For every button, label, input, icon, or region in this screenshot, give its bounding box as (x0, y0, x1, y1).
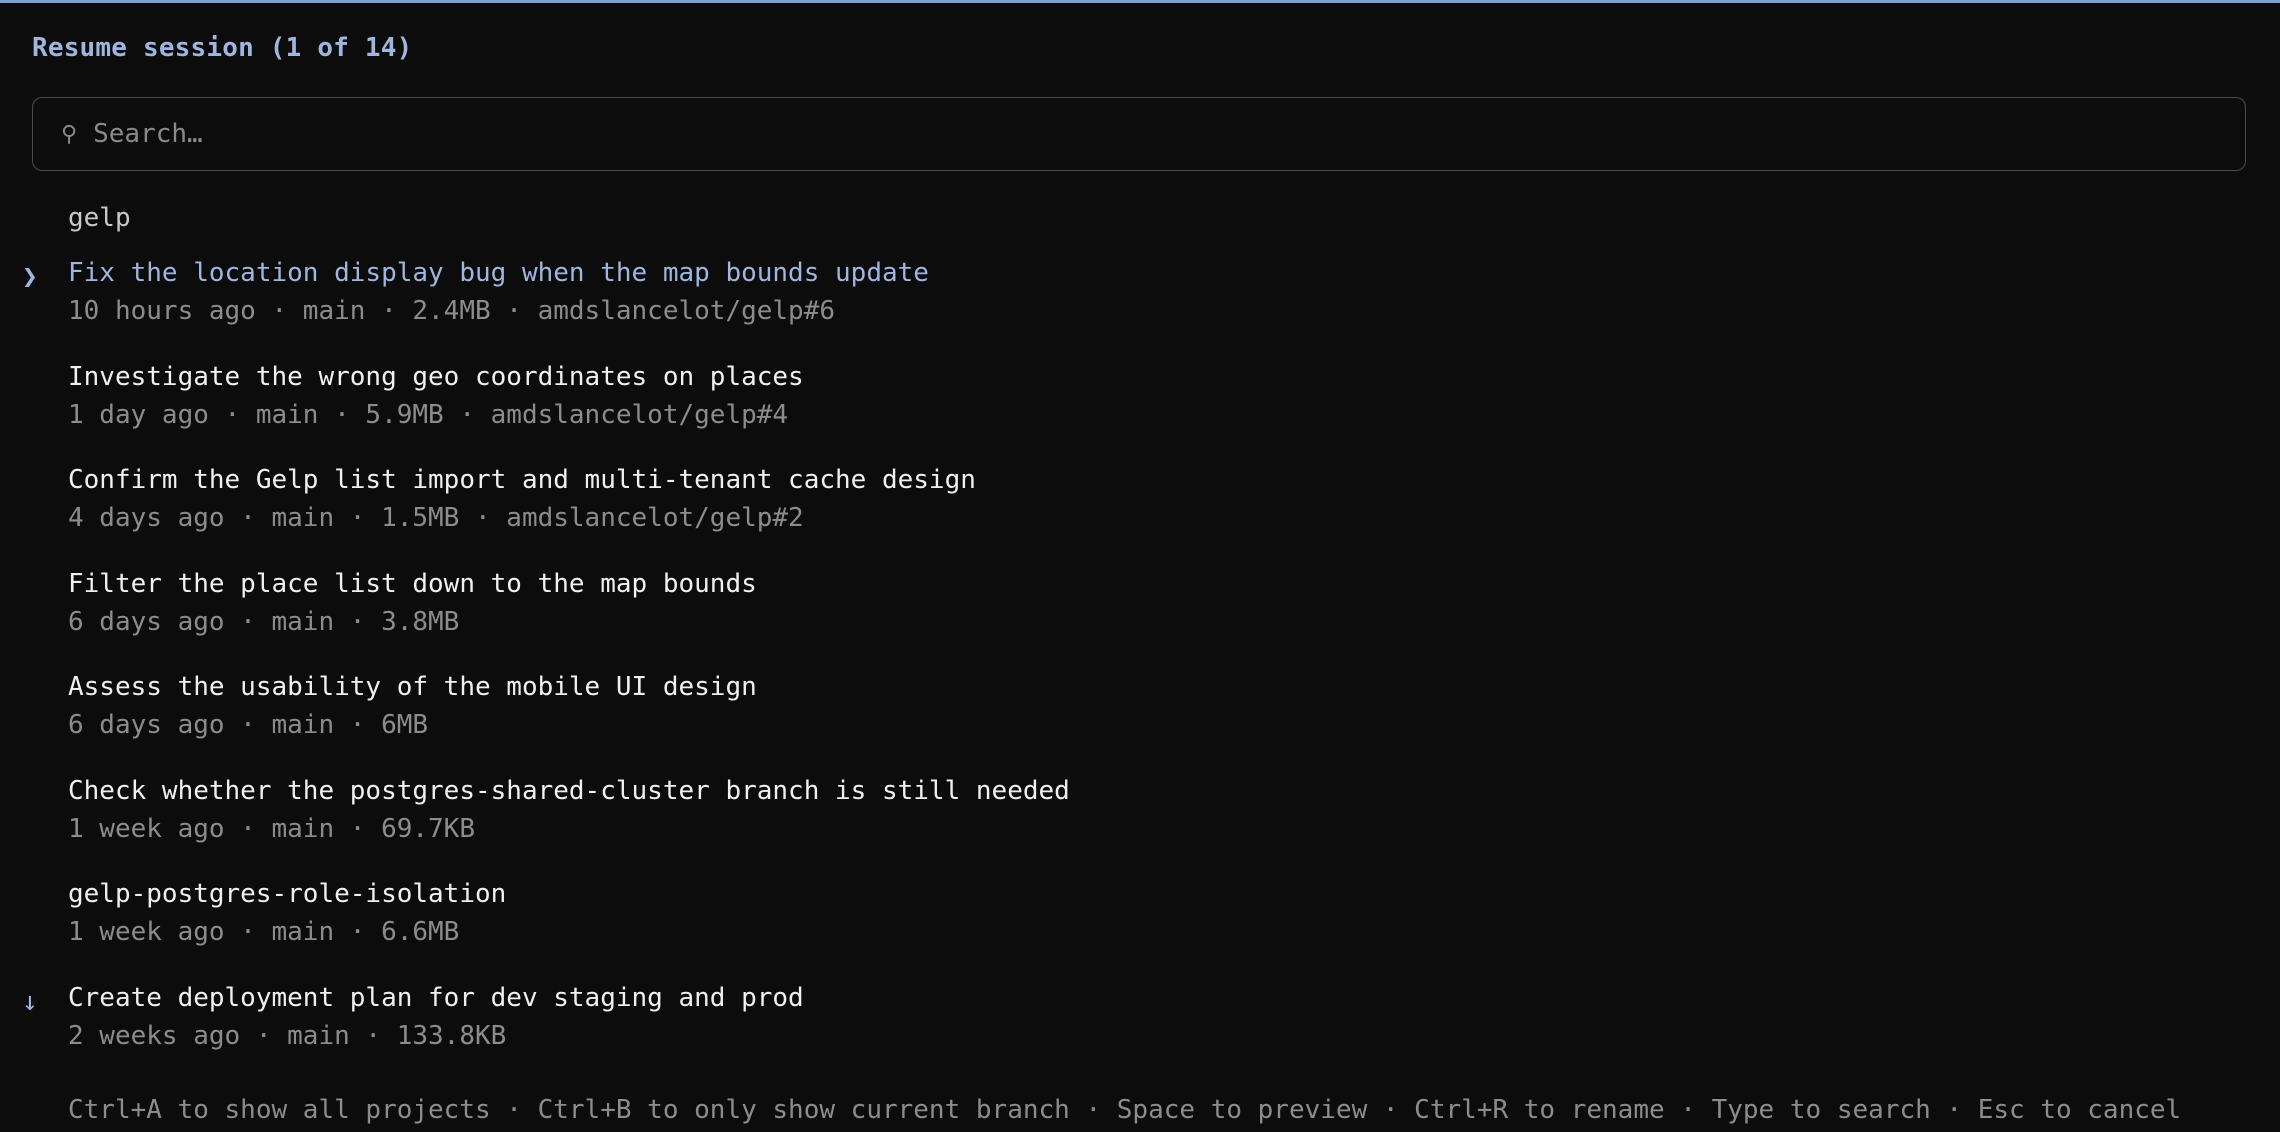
session-meta: 6 days ago · main · 3.8MB (68, 606, 460, 637)
session-title: Check whether the postgres-shared-cluste… (68, 775, 1070, 806)
session-item[interactable]: Filter the place list down to the map bo… (0, 569, 2280, 673)
session-item[interactable]: ❯ Fix the location display bug when the … (0, 258, 2280, 362)
session-title: Assess the usability of the mobile UI de… (68, 672, 757, 702)
session-meta: 2 weeks ago · main · 133.8KB (68, 1020, 507, 1051)
session-item[interactable]: Investigate the wrong geo coordinates on… (0, 362, 2280, 466)
session-meta: 1 day ago · main · 5.9MB · amdslancelot/… (68, 399, 789, 430)
session-title: Confirm the Gelp list import and multi-t… (68, 465, 976, 495)
session-title: Filter the place list down to the map bo… (68, 568, 757, 599)
session-item[interactable]: Confirm the Gelp list import and multi-t… (0, 465, 2280, 569)
keyboard-hints: Ctrl+A to show all projects · Ctrl+B to … (68, 1095, 2182, 1125)
session-meta: 6 days ago · main · 6MB (68, 710, 429, 740)
session-item[interactable]: Check whether the postgres-shared-cluste… (0, 776, 2280, 880)
search-box[interactable]: ⚲ (32, 97, 2246, 171)
project-label: gelp (68, 203, 131, 233)
session-item[interactable]: Assess the usability of the mobile UI de… (0, 672, 2280, 776)
session-meta: 1 week ago · main · 6.6MB (68, 917, 460, 947)
session-meta: 1 week ago · main · 69.7KB (68, 813, 475, 844)
session-list: ❯ Fix the location display bug when the … (0, 258, 2280, 1086)
session-meta: 10 hours ago · main · 2.4MB · amdslancel… (68, 296, 836, 326)
session-item[interactable]: gelp-postgres-role-isolation 1 week ago … (0, 879, 2280, 983)
dialog-title: Resume session (1 of 14) (32, 33, 413, 63)
scroll-down-indicator: ↓ (22, 986, 38, 1017)
session-title: gelp-postgres-role-isolation (68, 879, 507, 909)
session-title: Fix the location display bug when the ma… (68, 258, 929, 288)
session-item[interactable]: ↓ Create deployment plan for dev staging… (0, 983, 2280, 1087)
selected-indicator: ❯ (22, 262, 38, 292)
search-icon: ⚲ (61, 121, 78, 147)
session-meta: 4 days ago · main · 1.5MB · amdslancelot… (68, 503, 804, 533)
session-title: Investigate the wrong geo coordinates on… (68, 361, 804, 392)
session-title: Create deployment plan for dev staging a… (68, 982, 804, 1013)
search-input[interactable] (93, 119, 2245, 149)
